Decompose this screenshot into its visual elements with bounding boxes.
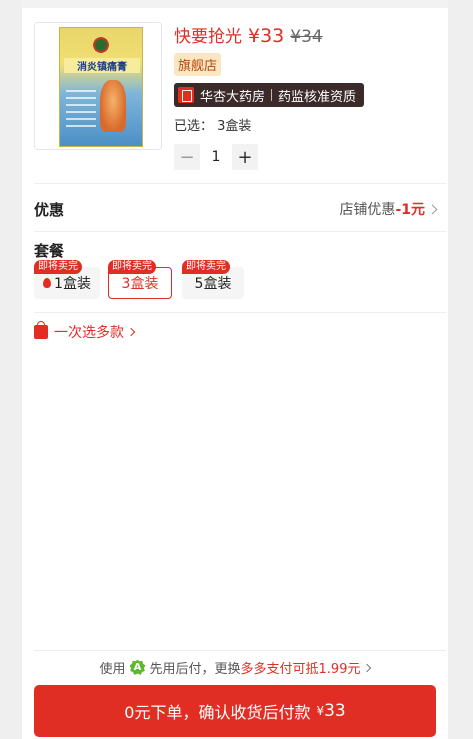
promo-text: 店铺优惠 bbox=[339, 202, 396, 218]
store-badge-separator bbox=[271, 89, 273, 101]
promo-label: 优惠 bbox=[34, 201, 65, 219]
product-box-image: 消炎镇痛膏 bbox=[59, 27, 143, 147]
pay-later-highlight: 多多支付可抵1.99元 bbox=[240, 662, 361, 677]
selected-value: 3盒装 bbox=[217, 119, 252, 134]
bag-plus-icon bbox=[34, 321, 48, 339]
pay-later-row[interactable]: 使用 A 先用后付，更换 多多支付可抵1.99元 bbox=[22, 658, 448, 677]
store-badge[interactable]: 华杏大药房 药监核准资质 bbox=[174, 83, 365, 107]
selected-label: 已选： bbox=[174, 119, 214, 134]
increase-button[interactable]: + bbox=[232, 144, 258, 170]
order-currency: ¥ bbox=[316, 704, 325, 718]
flash-sale-label: 快要抢光 bbox=[174, 27, 242, 47]
promo-amount: -1元 bbox=[395, 202, 425, 218]
original-price: ¥34 bbox=[290, 27, 323, 47]
order-amount: 33 bbox=[324, 701, 346, 721]
divider bbox=[34, 312, 446, 313]
package-option-label: 5盒装 bbox=[194, 276, 232, 292]
promo-row[interactable]: 店铺优惠 -1元 bbox=[339, 199, 438, 219]
sellout-tag: 即将卖完 bbox=[34, 260, 82, 274]
product-sheet: 消炎镇痛膏 快要抢光 ¥33 ¥34 旗舰店 华杏大药房 药监核准资质 已选： … bbox=[22, 0, 448, 739]
divider bbox=[34, 231, 446, 232]
sellout-tag: 即将卖完 bbox=[108, 260, 156, 274]
body-figure-graphic bbox=[100, 80, 126, 132]
product-thumbnail[interactable]: 消炎镇痛膏 bbox=[34, 22, 162, 150]
multi-select-label: 一次选多款 bbox=[54, 325, 124, 341]
package-label: 套餐 bbox=[34, 242, 65, 260]
flagship-badge: 旗舰店 bbox=[174, 53, 222, 76]
divider bbox=[34, 183, 446, 184]
chevron-right-icon bbox=[427, 204, 438, 214]
pay-later-badge-icon: A bbox=[129, 659, 146, 675]
sellout-tag: 即将卖完 bbox=[182, 260, 230, 274]
pay-later-prefix: 使用 bbox=[99, 662, 126, 677]
box-title: 消炎镇痛膏 bbox=[64, 58, 140, 73]
current-price: ¥33 bbox=[248, 25, 285, 47]
store-logo-icon bbox=[178, 87, 194, 103]
order-button-label: 0元下单，确认收货后付款 bbox=[124, 703, 311, 722]
store-cert: 药监核准资质 bbox=[278, 89, 357, 105]
top-strip bbox=[22, 0, 448, 8]
place-order-button[interactable]: 0元下单，确认收货后付款 ¥ 33 bbox=[34, 685, 436, 737]
chevron-right-icon bbox=[126, 327, 136, 337]
fire-icon bbox=[43, 278, 52, 288]
chevron-right-icon bbox=[363, 663, 372, 672]
decrease-button[interactable]: − bbox=[174, 144, 200, 170]
price-line: 快要抢光 ¥33 ¥34 bbox=[174, 22, 323, 47]
divider bbox=[34, 650, 446, 651]
quantity-stepper: − 1 + bbox=[174, 144, 258, 170]
brand-logo-icon bbox=[90, 36, 112, 54]
box-list-graphic bbox=[66, 90, 96, 130]
package-option-label: 1盒装 bbox=[54, 276, 91, 292]
pay-later-middle: 先用后付，更换 bbox=[149, 662, 241, 677]
multi-select-link[interactable]: 一次选多款 bbox=[34, 321, 136, 342]
package-option-label: 3盒装 bbox=[121, 276, 159, 292]
quantity-value[interactable]: 1 bbox=[200, 149, 232, 165]
store-name: 华杏大药房 bbox=[200, 89, 266, 105]
selected-variant: 已选： 3盒装 bbox=[174, 115, 251, 134]
